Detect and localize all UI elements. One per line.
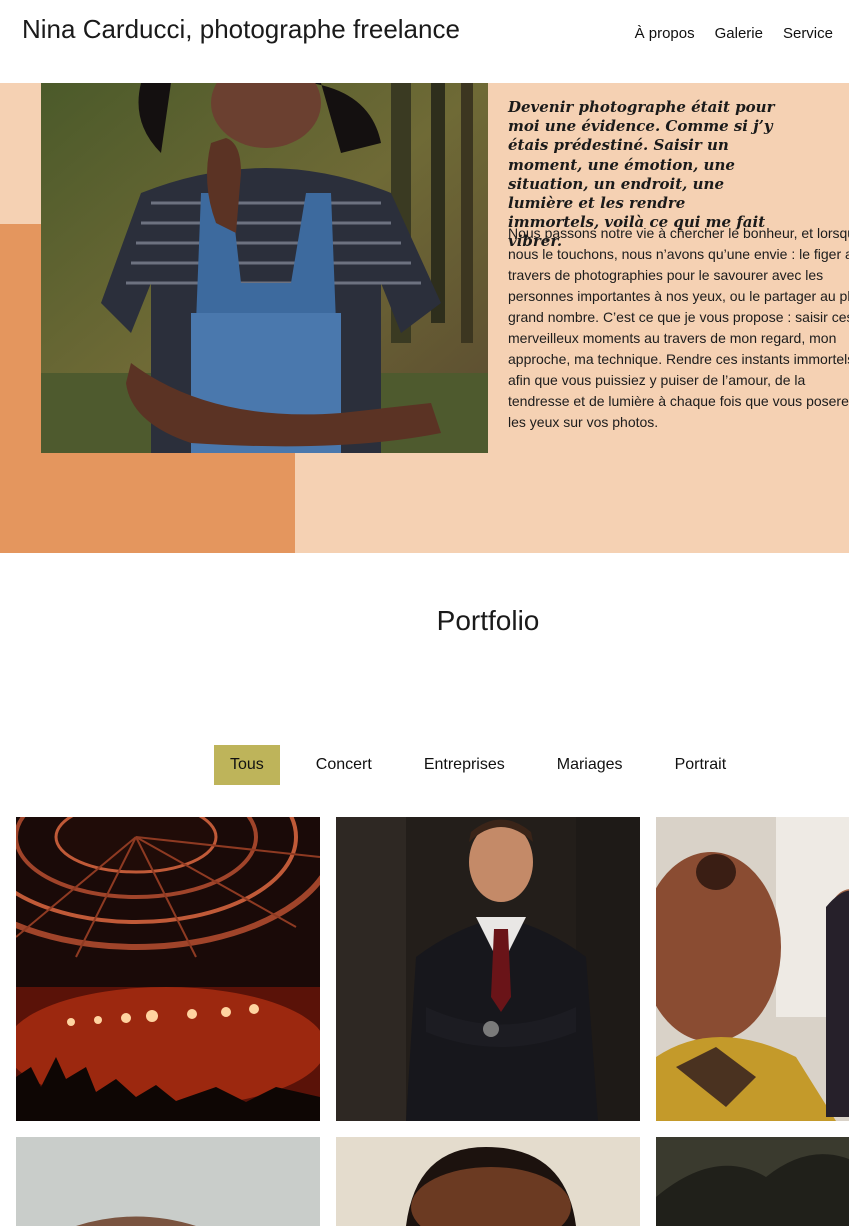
site-title: Nina Carducci, photographe freelance [22,14,460,44]
gallery-image-mariage[interactable] [656,817,849,1121]
filter-mariages[interactable]: Mariages [541,745,639,785]
gallery-image-entreprise[interactable] [336,817,640,1121]
gallery-image-concert[interactable] [16,817,320,1121]
gallery-image-6[interactable] [656,1137,849,1226]
nav-link-a-propos[interactable]: À propos [635,25,695,42]
gallery-image-4[interactable] [16,1137,320,1226]
nav-link-service[interactable]: Service [783,25,833,42]
gallery-image-5[interactable] [336,1137,640,1226]
portfolio-title: Portfolio [436,605,540,636]
site-header: Nina Carducci, photographe freelance À p… [0,0,849,83]
about-text: Nous passons notre vie à chercher le bon… [508,225,849,430]
filter-portrait[interactable]: Portrait [659,745,743,785]
filter-concert[interactable]: Concert [300,745,388,785]
gallery-filters: Tous Concert Entreprises Mariages Portra… [214,745,742,785]
filter-tous[interactable]: Tous [214,745,280,785]
photographer-portrait-image [41,83,488,453]
about-section: Devenir photographe était pour moi une é… [0,83,849,553]
main-nav: À propos Galerie Service [635,25,833,42]
nav-link-galerie[interactable]: Galerie [715,25,763,42]
filter-entreprises[interactable]: Entreprises [408,745,521,785]
